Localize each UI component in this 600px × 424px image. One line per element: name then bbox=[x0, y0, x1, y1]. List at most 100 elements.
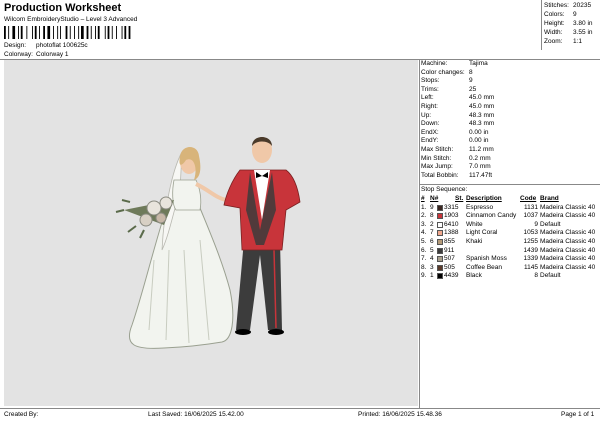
table-row: 4. 7 1388 Light Coral 1053 Madeira Classic 40 bbox=[421, 229, 598, 238]
row-number: 1. bbox=[421, 203, 427, 211]
machine-info-label: Down: bbox=[421, 120, 440, 128]
machine-info-value: 9 bbox=[469, 77, 473, 85]
stat-stitches: Stitches: 20235 bbox=[544, 2, 592, 9]
table-header: # N# St. Description Code Brand bbox=[421, 195, 559, 202]
thread-brand: Default bbox=[540, 272, 561, 280]
stitch-count: 1388 bbox=[444, 229, 459, 237]
design-label: Design: bbox=[4, 42, 27, 49]
thread-code: 9 bbox=[534, 220, 538, 228]
machine-info-value: 0.00 in bbox=[469, 128, 489, 136]
sequence-divider bbox=[419, 184, 600, 185]
printed-date: Printed: 16/06/2025 15.48.36 bbox=[358, 411, 442, 418]
needle-number: 6 bbox=[430, 237, 434, 245]
machine-info-row: EndY: 0.00 in bbox=[421, 137, 598, 146]
thread-brand: Madeira Classic 40 bbox=[540, 212, 596, 220]
color-description: Spanish Moss bbox=[466, 255, 507, 263]
color-swatch bbox=[437, 256, 443, 263]
machine-info-row: EndX: 0.00 in bbox=[421, 129, 598, 138]
needle-number: 1 bbox=[430, 272, 434, 280]
stat-width: Width: 3.55 in bbox=[544, 29, 593, 36]
color-description: Espresso bbox=[466, 203, 494, 211]
thread-code: 1439 bbox=[523, 246, 538, 254]
machine-info: Machine: Tajima Color changes: 8 Stops: 9 Trim… bbox=[421, 60, 598, 180]
software-subtitle: Wilcom EmbroideryStudio – Level 3 Advanc… bbox=[4, 16, 138, 23]
thread-brand: Madeira Classic 40 bbox=[540, 237, 596, 245]
color-description: Black bbox=[466, 272, 482, 280]
stats-panel: Stitches: 20235 Colors: 9 Height: 3.80 in W… bbox=[544, 2, 598, 47]
machine-info-label: Machine: bbox=[421, 60, 448, 67]
color-swatch bbox=[437, 230, 443, 237]
color-swatch bbox=[437, 204, 443, 211]
machine-info-value: 8 bbox=[469, 68, 473, 76]
machine-info-row: Total Bobbin: 117.47ft bbox=[421, 172, 598, 181]
colorway-row: Colorway: Colorway 1 bbox=[4, 51, 69, 58]
machine-info-row: Machine: Tajima bbox=[421, 60, 598, 69]
stitch-count: 911 bbox=[444, 246, 455, 254]
machine-info-value: 11.2 mm bbox=[469, 145, 494, 153]
machine-info-value: 45.0 mm bbox=[469, 102, 495, 110]
thread-brand: Madeira Classic 40 bbox=[540, 263, 596, 271]
thread-brand: Madeira Classic 40 bbox=[540, 203, 596, 211]
stitch-count: 1903 bbox=[444, 212, 459, 220]
machine-info-value: Tajima bbox=[469, 60, 488, 67]
barcode bbox=[4, 26, 131, 39]
machine-info-label: EndY: bbox=[421, 137, 439, 145]
thread-code: 1255 bbox=[523, 237, 538, 245]
design-preview bbox=[4, 60, 418, 406]
needle-number: 9 bbox=[430, 203, 434, 211]
machine-info-label: Stops: bbox=[421, 77, 440, 85]
row-number: 6. bbox=[421, 246, 427, 254]
thread-code: 1339 bbox=[523, 255, 538, 263]
color-description: Cinnamon Candy bbox=[466, 212, 517, 220]
row-number: 9. bbox=[421, 272, 427, 280]
panel-divider bbox=[419, 59, 420, 408]
thread-code: 8 bbox=[534, 272, 538, 280]
machine-info-label: Total Bobbin: bbox=[421, 171, 459, 179]
row-number: 2. bbox=[421, 212, 427, 220]
color-swatch bbox=[437, 238, 443, 245]
table-row: 3. 2 6410 White 9 Default bbox=[421, 221, 598, 230]
machine-info-value: 25 bbox=[469, 85, 477, 93]
machine-info-row: Min Stitch: 0.2 mm bbox=[421, 155, 598, 164]
needle-number: 2 bbox=[430, 220, 434, 228]
machine-info-row: Right: 45.0 mm bbox=[421, 103, 598, 112]
machine-info-label: Color changes: bbox=[421, 68, 465, 76]
machine-info-label: Up: bbox=[421, 111, 432, 119]
needle-number: 8 bbox=[430, 212, 434, 220]
colorway-label: Colorway: bbox=[4, 51, 33, 58]
machine-info-label: Max Stitch: bbox=[421, 145, 454, 153]
stitch-count: 507 bbox=[444, 255, 455, 263]
row-number: 5. bbox=[421, 237, 427, 245]
stop-sequence-table: # N# St. Description Code Brand 1. 9 3315 E… bbox=[421, 195, 598, 281]
thread-brand: Madeira Classic 40 bbox=[540, 229, 596, 237]
row-number: 8. bbox=[421, 263, 427, 271]
machine-info-value: 48.3 mm bbox=[469, 111, 495, 119]
worksheet-title: Production Worksheet bbox=[4, 2, 122, 14]
machine-info-row: Stops: 9 bbox=[421, 77, 598, 86]
machine-info-row: Left: 45.0 mm bbox=[421, 94, 598, 103]
machine-info-label: Right: bbox=[421, 102, 438, 110]
stat-colors: Colors: 9 bbox=[544, 11, 577, 18]
machine-info-label: Min Stitch: bbox=[421, 154, 452, 162]
needle-number: 7 bbox=[430, 229, 434, 237]
color-description: White bbox=[466, 220, 483, 228]
machine-info-label: Trims: bbox=[421, 85, 439, 93]
stat-zoom: Zoom: 1:1 bbox=[544, 38, 583, 45]
needle-number: 3 bbox=[430, 263, 434, 271]
machine-info-value: 117.47ft bbox=[469, 171, 493, 179]
stitch-count: 4439 bbox=[444, 272, 459, 280]
machine-info-row: Down: 48.3 mm bbox=[421, 120, 598, 129]
thread-code: 1037 bbox=[523, 212, 538, 220]
design-value: photoflat 100625c bbox=[36, 42, 88, 49]
machine-info-label: EndX: bbox=[421, 128, 439, 136]
machine-info-label: Max Jump: bbox=[421, 163, 453, 171]
machine-info-value: 7.0 mm bbox=[469, 163, 491, 171]
design-row: Design: photoflat 100625c bbox=[4, 42, 88, 49]
thread-brand: Default bbox=[540, 220, 561, 228]
machine-info-row: Up: 48.3 mm bbox=[421, 112, 598, 121]
machine-info-value: 0.00 in bbox=[469, 137, 489, 145]
stitch-count: 505 bbox=[444, 263, 455, 271]
color-swatch bbox=[437, 247, 443, 254]
colorway-value: Colorway 1 bbox=[36, 51, 69, 58]
row-number: 7. bbox=[421, 255, 427, 263]
